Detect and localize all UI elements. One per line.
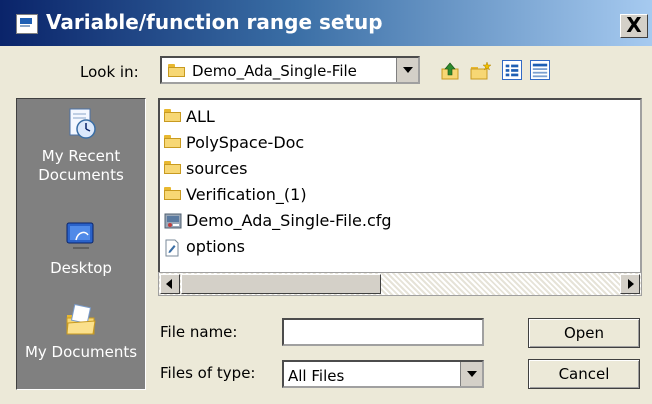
place-label: My Documents — [24, 343, 138, 361]
file-name: Verification_(1) — [186, 185, 307, 204]
file-name-label: File name: — [160, 323, 238, 341]
place-desktop[interactable]: Desktop — [17, 219, 145, 278]
places-bar: My Recent Documents Desktop My Documents — [16, 98, 146, 390]
folder-icon — [168, 64, 185, 77]
recent-documents-icon — [69, 108, 96, 139]
config-file-icon — [164, 213, 182, 229]
up-folder-icon[interactable] — [440, 61, 460, 81]
look-in-value: Demo_Ada_Single-File — [192, 62, 357, 80]
open-button[interactable]: Open — [528, 318, 640, 348]
scroll-right-button[interactable] — [620, 274, 640, 294]
files-of-type-label: Files of type: — [160, 364, 256, 382]
desktop-icon — [66, 222, 94, 249]
app-icon — [16, 14, 38, 34]
file-name: PolySpace-Doc — [186, 133, 305, 152]
scroll-thumb[interactable] — [181, 274, 381, 294]
file-list[interactable]: ALL PolySpace-Doc sources Verification_(… — [158, 98, 642, 296]
file-name: sources — [186, 159, 248, 178]
cancel-button[interactable]: Cancel — [528, 359, 640, 389]
folder-icon — [164, 187, 181, 200]
place-recent-documents[interactable]: My Recent Documents — [17, 107, 145, 185]
file-name: ALL — [186, 107, 215, 126]
details-view-icon[interactable] — [530, 60, 550, 80]
look-in-dropdown[interactable]: Demo_Ada_Single-File — [160, 56, 420, 84]
folder-icon — [164, 109, 181, 122]
list-view-icon[interactable] — [502, 60, 522, 80]
window-title: Variable/function range setup — [46, 10, 383, 34]
place-label: My Recent Documents — [38, 147, 124, 184]
look-in-label: Look in: — [80, 63, 139, 81]
document-file-icon — [165, 239, 179, 257]
files-of-type-value: All Files — [288, 367, 345, 385]
scroll-left-button[interactable] — [160, 274, 180, 294]
my-documents-icon — [66, 303, 96, 335]
file-name: options — [186, 237, 245, 256]
files-of-type-dropdown-arrow[interactable] — [460, 362, 482, 386]
folder-icon — [164, 161, 181, 174]
horizontal-scrollbar[interactable] — [158, 272, 642, 296]
new-folder-icon[interactable] — [470, 61, 492, 81]
file-name: Demo_Ada_Single-File.cfg — [186, 211, 392, 230]
file-name-input[interactable] — [282, 318, 484, 346]
files-of-type-dropdown[interactable]: All Files — [282, 360, 484, 388]
place-my-documents[interactable]: My Documents — [17, 303, 145, 362]
place-label: Desktop — [50, 259, 112, 277]
look-in-dropdown-arrow[interactable] — [396, 58, 418, 82]
close-button[interactable]: X — [620, 14, 648, 38]
folder-icon — [164, 135, 181, 148]
